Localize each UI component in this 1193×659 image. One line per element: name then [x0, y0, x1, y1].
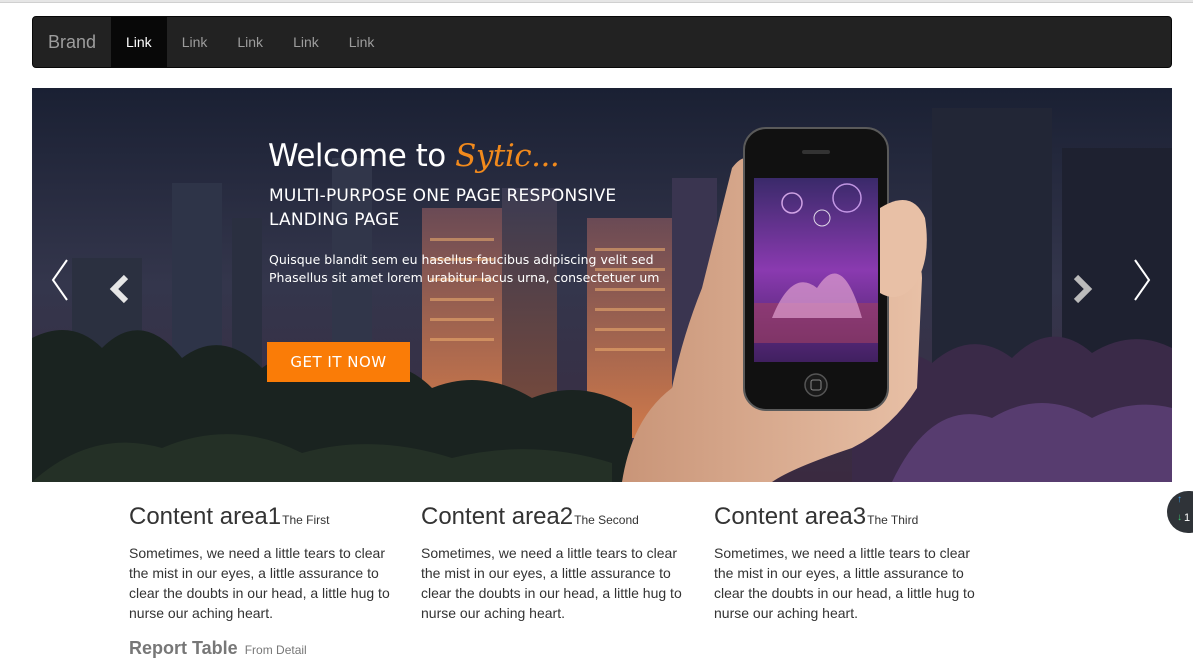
- navbar-brand[interactable]: Brand: [33, 17, 111, 67]
- widget-count: 1: [1184, 512, 1191, 524]
- nav-link-5[interactable]: Link: [334, 17, 390, 67]
- report-title: Report Table: [129, 638, 238, 658]
- content-area-2: Content area2The Second Sometimes, we ne…: [421, 503, 691, 623]
- report-table-heading: Report Table From Detail: [129, 638, 307, 659]
- browser-top-edge: [0, 0, 1193, 3]
- navbar: Brand Link Link Link Link Link: [32, 16, 1172, 68]
- content-area-title-text: Content area2: [421, 503, 574, 530]
- nav-link-4[interactable]: Link: [278, 17, 334, 67]
- hero-description: Quisque blandit sem eu hasellus faucibus…: [269, 252, 660, 285]
- nav-link-1[interactable]: Link: [111, 17, 167, 67]
- arrow-down-icon: ↓: [1177, 512, 1182, 523]
- content-area-title: Content area2The Second: [421, 503, 691, 534]
- navbar-links: Link Link Link Link Link: [111, 17, 389, 67]
- content-area-1: Content area1The First Sometimes, we nee…: [129, 503, 399, 623]
- content-area-subtitle: The First: [282, 513, 330, 527]
- carousel-next-thin-icon[interactable]: [1132, 258, 1152, 307]
- carousel-prev-thin-icon[interactable]: [50, 258, 70, 307]
- carousel-prev-icon[interactable]: [108, 274, 132, 309]
- content-area-title-text: Content area3: [714, 503, 867, 530]
- nav-link-2[interactable]: Link: [167, 17, 223, 67]
- hero-title: Welcome to Sytic...: [268, 138, 560, 174]
- hero-subtitle: MULTI-PURPOSE ONE PAGE RESPONSIVE LANDIN…: [269, 186, 617, 230]
- content-area-body: Sometimes, we need a little tears to cle…: [129, 545, 390, 621]
- hero-carousel: Welcome to Sytic... MULTI-PURPOSE ONE PA…: [32, 88, 1172, 482]
- get-it-now-button[interactable]: GET IT NOW: [267, 342, 410, 382]
- content-area-subtitle: The Third: [867, 513, 919, 527]
- content-area-body: Sometimes, we need a little tears to cle…: [421, 545, 682, 621]
- content-area-body: Sometimes, we need a little tears to cle…: [714, 545, 975, 621]
- content-area-subtitle: The Second: [574, 513, 639, 527]
- content-area-title: Content area1The First: [129, 503, 399, 534]
- floating-traffic-widget[interactable]: ↑ ↓ 1: [1167, 491, 1193, 533]
- content-area-title: Content area3The Third: [714, 503, 984, 534]
- hero-title-accent: Sytic...: [455, 138, 560, 174]
- hero-title-prefix: Welcome to: [268, 138, 446, 174]
- nav-link-3[interactable]: Link: [222, 17, 278, 67]
- content-area-3: Content area3The Third Sometimes, we nee…: [714, 503, 984, 623]
- arrow-up-icon: ↑: [1177, 494, 1182, 505]
- report-subtitle: From Detail: [244, 643, 307, 657]
- carousel-next-icon[interactable]: [1070, 274, 1094, 309]
- content-area-title-text: Content area1: [129, 503, 282, 530]
